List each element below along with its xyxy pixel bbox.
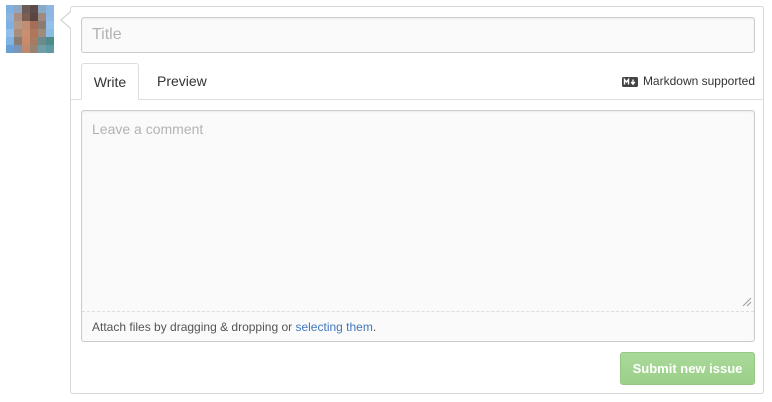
markdown-supported-label: Markdown supported bbox=[642, 74, 755, 88]
issue-form: Write Preview Markdown supported bbox=[70, 6, 764, 394]
avatar-pixel bbox=[14, 13, 22, 21]
attach-text: Attach files by dragging & dropping or bbox=[92, 320, 296, 334]
avatar-pixel bbox=[14, 45, 22, 53]
avatar-pixel bbox=[38, 13, 46, 21]
editor-tabs: Write Preview Markdown supported bbox=[71, 63, 763, 100]
avatar-pixel bbox=[46, 21, 54, 29]
avatar-pixel bbox=[30, 29, 38, 37]
avatar-pixel bbox=[14, 29, 22, 37]
avatar-pixel bbox=[46, 13, 54, 21]
avatar-pixel bbox=[14, 37, 22, 45]
new-issue-page: Write Preview Markdown supported bbox=[0, 0, 772, 402]
avatar-pixel bbox=[22, 5, 30, 13]
avatar-pixel bbox=[46, 45, 54, 53]
avatar-pixel bbox=[30, 37, 38, 45]
title-input[interactable] bbox=[81, 17, 755, 53]
avatar-pixel bbox=[22, 45, 30, 53]
attach-text-end: . bbox=[372, 320, 377, 334]
avatar-pixel bbox=[22, 29, 30, 37]
avatar-pixel bbox=[22, 37, 30, 45]
avatar-pixel bbox=[6, 5, 14, 13]
avatar-pixel bbox=[14, 21, 22, 29]
avatar-pixel bbox=[14, 5, 22, 13]
avatar-pixel bbox=[46, 29, 54, 37]
avatar-pixel bbox=[30, 21, 38, 29]
avatar-pixel bbox=[30, 45, 38, 53]
avatar-pixel bbox=[46, 37, 54, 45]
tab-preview-label: Preview bbox=[157, 73, 207, 89]
avatar-pixel bbox=[22, 13, 30, 21]
file-drop-zone[interactable]: Attach files by dragging & dropping or s… bbox=[82, 311, 754, 341]
avatar-pixel bbox=[38, 29, 46, 37]
comment-field: Attach files by dragging & dropping or s… bbox=[81, 110, 755, 342]
avatar-pixel bbox=[6, 29, 14, 37]
markdown-supported-link[interactable]: Markdown supported bbox=[621, 63, 755, 100]
avatar-pixel bbox=[6, 45, 14, 53]
avatar-pixel bbox=[30, 5, 38, 13]
select-files-link[interactable]: selecting them bbox=[295, 320, 372, 334]
markdown-icon bbox=[621, 76, 638, 87]
avatar-pixel bbox=[30, 13, 38, 21]
avatar-pixel bbox=[22, 21, 30, 29]
avatar-pixel bbox=[38, 37, 46, 45]
bubble-arrow-fill bbox=[62, 12, 71, 28]
avatar[interactable] bbox=[6, 5, 54, 53]
avatar-pixel bbox=[6, 37, 14, 45]
tab-write-label: Write bbox=[93, 74, 127, 90]
comment-textarea[interactable] bbox=[82, 111, 754, 309]
avatar-pixel bbox=[38, 45, 46, 53]
resize-handle-icon[interactable] bbox=[742, 297, 752, 307]
submit-issue-button[interactable]: Submit new issue bbox=[620, 352, 755, 385]
submit-issue-label: Submit new issue bbox=[632, 361, 743, 376]
avatar-pixel bbox=[46, 5, 54, 13]
tab-write[interactable]: Write bbox=[81, 63, 139, 100]
avatar-pixel bbox=[38, 21, 46, 29]
avatar-pixel bbox=[6, 13, 14, 21]
avatar-pixel bbox=[6, 21, 14, 29]
avatar-pixel bbox=[38, 5, 46, 13]
tab-preview[interactable]: Preview bbox=[145, 63, 219, 100]
